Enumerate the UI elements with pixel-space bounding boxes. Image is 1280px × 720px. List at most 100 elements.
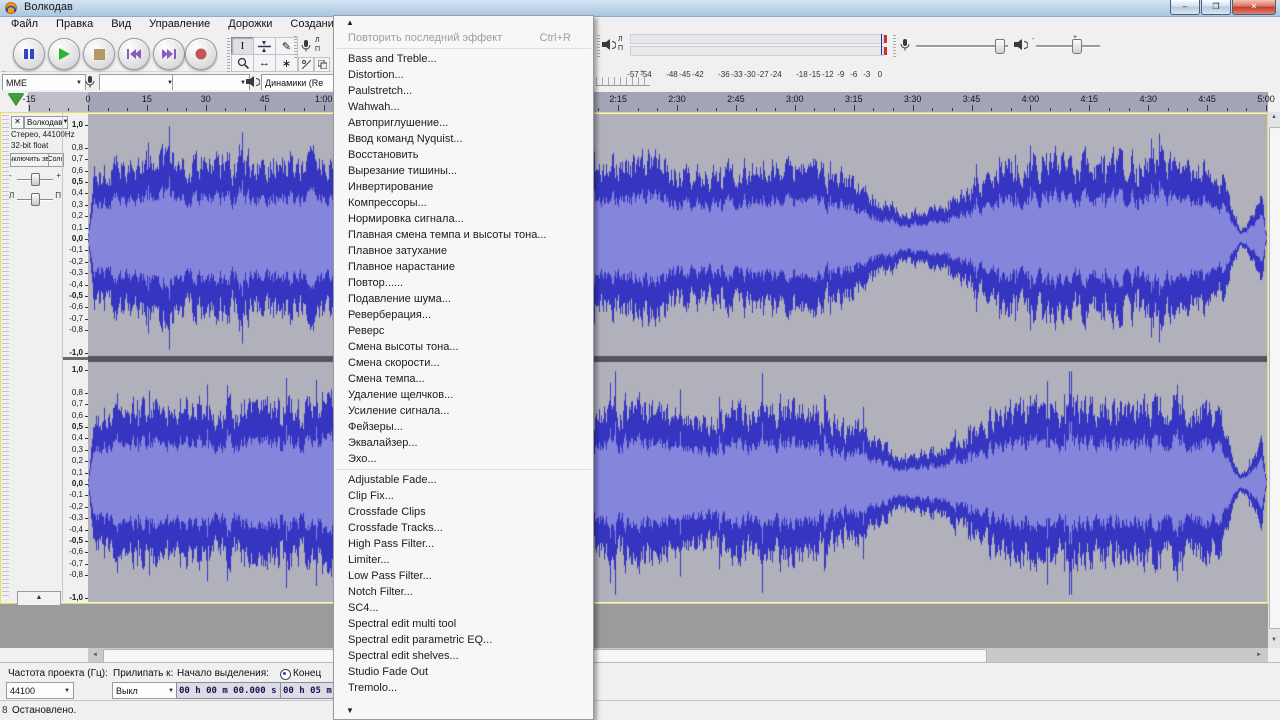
- selection-tool-button[interactable]: I: [231, 37, 254, 55]
- menubar-item[interactable]: Управление: [140, 17, 219, 33]
- effects-menu-item[interactable]: Вырезание тишины...: [334, 163, 593, 179]
- edit-toolbar-button-2[interactable]: [314, 57, 330, 72]
- output-volume-thumb[interactable]: [1072, 39, 1082, 54]
- effects-menu-item[interactable]: Повтор......: [334, 275, 593, 291]
- output-device-select[interactable]: Динамики (Re: [261, 74, 342, 91]
- audio-host-select[interactable]: MME▼: [2, 74, 86, 91]
- zoom-tool-button[interactable]: [231, 54, 254, 72]
- effects-menu-item[interactable]: Эквалайзер...: [334, 435, 593, 451]
- menu-item-label: Инвертирование: [348, 181, 433, 193]
- effects-menu-item[interactable]: Реверс: [334, 323, 593, 339]
- skip-to-start-button[interactable]: [118, 38, 150, 70]
- effects-menu-item[interactable]: Limiter...: [334, 552, 593, 568]
- edit-toolbar-button-1[interactable]: [298, 57, 314, 72]
- timeline-ruler[interactable]: -1501530451:001:151:301:452:002:152:302:…: [0, 90, 1280, 112]
- effects-menu-item[interactable]: Low Pass Filter...: [334, 568, 593, 584]
- input-channels-select[interactable]: ▼: [172, 74, 250, 91]
- audio-track[interactable]: ✕ Волкодав ▼ Стерео, 44100Hz 32-bit floa…: [0, 112, 1268, 604]
- pan-slider[interactable]: Л П: [9, 191, 61, 205]
- effects-menu-item[interactable]: Distortion...: [334, 67, 593, 83]
- mute-button[interactable]: Выключить звук: [10, 153, 49, 167]
- track-panel-grip[interactable]: [2, 115, 9, 599]
- skip-to-end-button[interactable]: [153, 38, 185, 70]
- effects-menu-item[interactable]: Bass and Treble...: [334, 51, 593, 67]
- menu-item-label: Вырезание тишины...: [348, 165, 457, 177]
- effects-menu-item[interactable]: Плавное нарастание: [334, 259, 593, 275]
- record-button[interactable]: [185, 38, 217, 70]
- vertical-scrollbar-thumb[interactable]: [1269, 127, 1280, 629]
- effects-menu-item[interactable]: Подавление шума...: [334, 291, 593, 307]
- pause-button[interactable]: [13, 38, 45, 70]
- play-button[interactable]: [48, 38, 80, 70]
- playback-meter-grip[interactable]: [597, 35, 600, 57]
- time-shift-tool-button[interactable]: ↔: [253, 54, 276, 72]
- gain-slider-thumb[interactable]: [31, 173, 40, 186]
- effects-menu-item[interactable]: Clip Fix...: [334, 488, 593, 504]
- track-collapse-button[interactable]: ▲: [17, 591, 61, 606]
- end-radio-button[interactable]: [280, 669, 291, 680]
- effects-menu-item[interactable]: Ввод команд Nyquist...: [334, 131, 593, 147]
- menu-scroll-up-arrow[interactable]: ▲: [334, 16, 593, 30]
- quick-play-pin-icon[interactable]: [8, 93, 24, 105]
- effects-menu-item[interactable]: Плавная смена темпа и высоты тона...: [334, 227, 593, 243]
- effects-menu-item[interactable]: Spectral edit multi tool: [334, 616, 593, 632]
- maximize-button[interactable]: ❐: [1201, 0, 1231, 15]
- menubar-item[interactable]: Дорожки: [219, 17, 281, 33]
- menubar-item[interactable]: Файл: [2, 17, 47, 33]
- close-button[interactable]: ✕: [1232, 0, 1276, 15]
- effects-menu-item[interactable]: Tremolo...: [334, 680, 593, 696]
- effects-menu-item[interactable]: Фейзеры...: [334, 419, 593, 435]
- track-close-button[interactable]: ✕: [11, 116, 24, 129]
- scroll-up-arrow[interactable]: ▲: [1268, 114, 1280, 120]
- playback-meter-right-bar[interactable]: [630, 46, 884, 56]
- scroll-left-arrow[interactable]: ◄: [89, 652, 101, 658]
- envelope-tool-button[interactable]: [253, 37, 276, 55]
- scroll-right-arrow[interactable]: ►: [1253, 652, 1265, 658]
- input-device-select[interactable]: ▼: [99, 74, 177, 91]
- pan-slider-thumb[interactable]: [31, 193, 40, 206]
- snap-to-select[interactable]: Выкл ▼: [112, 682, 178, 699]
- effects-menu-item[interactable]: Восстановить: [334, 147, 593, 163]
- effects-menu-item[interactable]: Spectral edit shelves...: [334, 648, 593, 664]
- effects-menu-item[interactable]: High Pass Filter...: [334, 536, 593, 552]
- effects-menu-item[interactable]: Удаление щелчков...: [334, 387, 593, 403]
- tools-toolbar-grip[interactable]: [227, 38, 230, 72]
- effects-menu-item[interactable]: SC4...: [334, 600, 593, 616]
- effects-menu-item[interactable]: Adjustable Fade...: [334, 472, 593, 488]
- stop-button[interactable]: [83, 38, 115, 70]
- effects-menu-item[interactable]: Усиление сигнала...: [334, 403, 593, 419]
- effects-menu-item[interactable]: Paulstretch...: [334, 83, 593, 99]
- recording-meter-grip[interactable]: [294, 36, 297, 58]
- menubar-item[interactable]: Вид: [102, 17, 140, 33]
- effects-menu-item[interactable]: Компрессоры...: [334, 195, 593, 211]
- mixer-toolbar-grip[interactable]: [893, 35, 896, 57]
- minimize-button[interactable]: –: [1170, 0, 1200, 15]
- playback-meter-left-bar[interactable]: [630, 34, 884, 44]
- menu-scroll-down-arrow[interactable]: ▼: [334, 704, 594, 718]
- project-rate-select[interactable]: 44100 ▼: [6, 682, 74, 699]
- output-volume-slider[interactable]: [1036, 45, 1100, 48]
- effects-menu-item[interactable]: Notch Filter...: [334, 584, 593, 600]
- effects-menu-item[interactable]: Инвертирование: [334, 179, 593, 195]
- menubar-item[interactable]: Правка: [47, 17, 102, 33]
- gain-slider[interactable]: - +: [9, 171, 61, 185]
- waveform-canvas[interactable]: [88, 114, 1267, 602]
- input-volume-thumb[interactable]: [995, 39, 1005, 54]
- effects-menu-item[interactable]: Wahwah...: [334, 99, 593, 115]
- effects-menu-item[interactable]: Смена скорости...: [334, 355, 593, 371]
- effects-menu-item[interactable]: Автоприглушение...: [334, 115, 593, 131]
- effects-menu-item[interactable]: Studio Fade Out: [334, 664, 593, 680]
- effects-menu-item[interactable]: Плавное затухание: [334, 243, 593, 259]
- effects-menu-item[interactable]: Crossfade Clips: [334, 504, 593, 520]
- effects-menu-item[interactable]: Spectral edit parametric EQ...: [334, 632, 593, 648]
- scroll-down-arrow[interactable]: ▼: [1268, 637, 1280, 643]
- effects-menu-item[interactable]: Реверберация...: [334, 307, 593, 323]
- effects-menu-item[interactable]: Смена темпа...: [334, 371, 593, 387]
- effects-menu-item[interactable]: Эхо...: [334, 451, 593, 467]
- effects-menu-item[interactable]: Нормировка сигнала...: [334, 211, 593, 227]
- timeline-tick: [834, 108, 835, 111]
- effects-menu-item[interactable]: Смена высоты тона...: [334, 339, 593, 355]
- effects-menu-item[interactable]: Crossfade Tracks...: [334, 520, 593, 536]
- selection-start-time[interactable]: 00 h 00 m 00.000 s ▼: [176, 682, 284, 699]
- transcription-slider-fragment[interactable]: [596, 77, 650, 86]
